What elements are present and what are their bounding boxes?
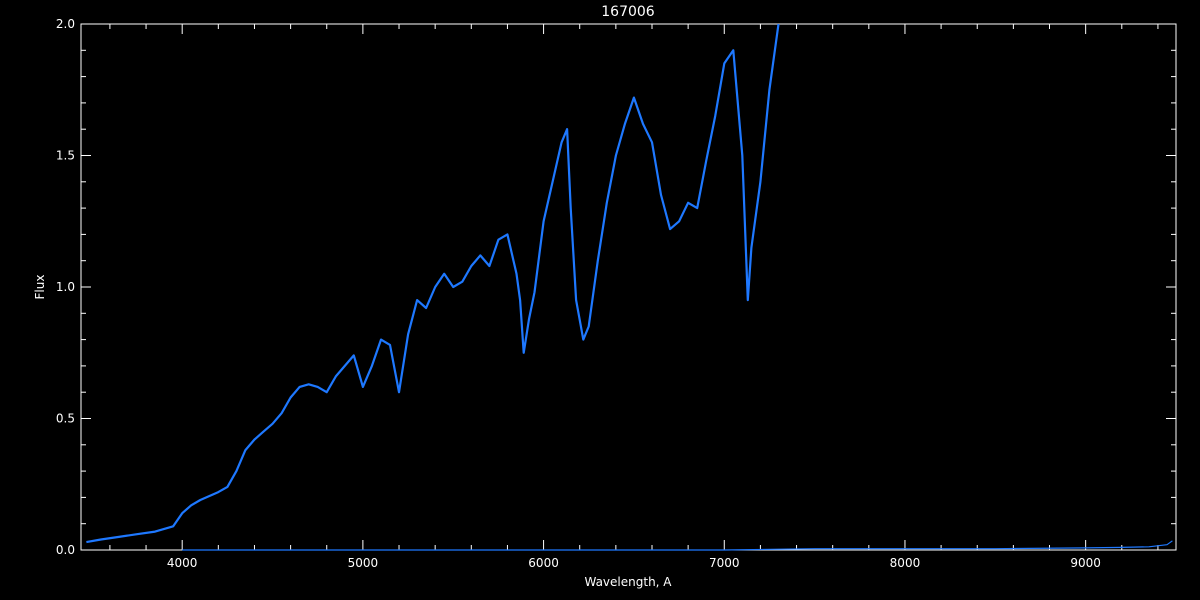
series-layer xyxy=(86,23,1173,551)
y-tick-label: 1.0 xyxy=(56,280,75,294)
x-tick-label: 5000 xyxy=(348,556,379,570)
x-axis-label: Wavelength, A xyxy=(584,575,672,589)
x-tick-label: 8000 xyxy=(890,556,921,570)
chart-title: 167006 xyxy=(601,4,655,20)
plot-frame xyxy=(80,23,1177,551)
axis-ticks: 4000 5000 6000 7000 8000 9000 0.0 0.5 1.0 1.5 2.0 xyxy=(56,17,1176,570)
x-tick-label: 4000 xyxy=(167,556,198,570)
y-tick-label: 0.5 xyxy=(56,412,75,426)
y-tick-label: 1.5 xyxy=(56,149,75,163)
x-tick-label: 6000 xyxy=(528,556,559,570)
x-tick-label: 7000 xyxy=(709,556,740,570)
series-line-1 xyxy=(86,23,780,544)
y-tick-label: 2.0 xyxy=(56,17,75,31)
x-tick-label: 9000 xyxy=(1070,556,1101,570)
spectrum-chart: 167006 4000 5000 6000 7000 8000 9000 0.0 0.5 1.0… xyxy=(33,4,1177,589)
series-line-2 xyxy=(182,540,1173,551)
y-tick-label: 0.0 xyxy=(56,543,75,557)
y-axis-label: Flux xyxy=(33,275,47,300)
